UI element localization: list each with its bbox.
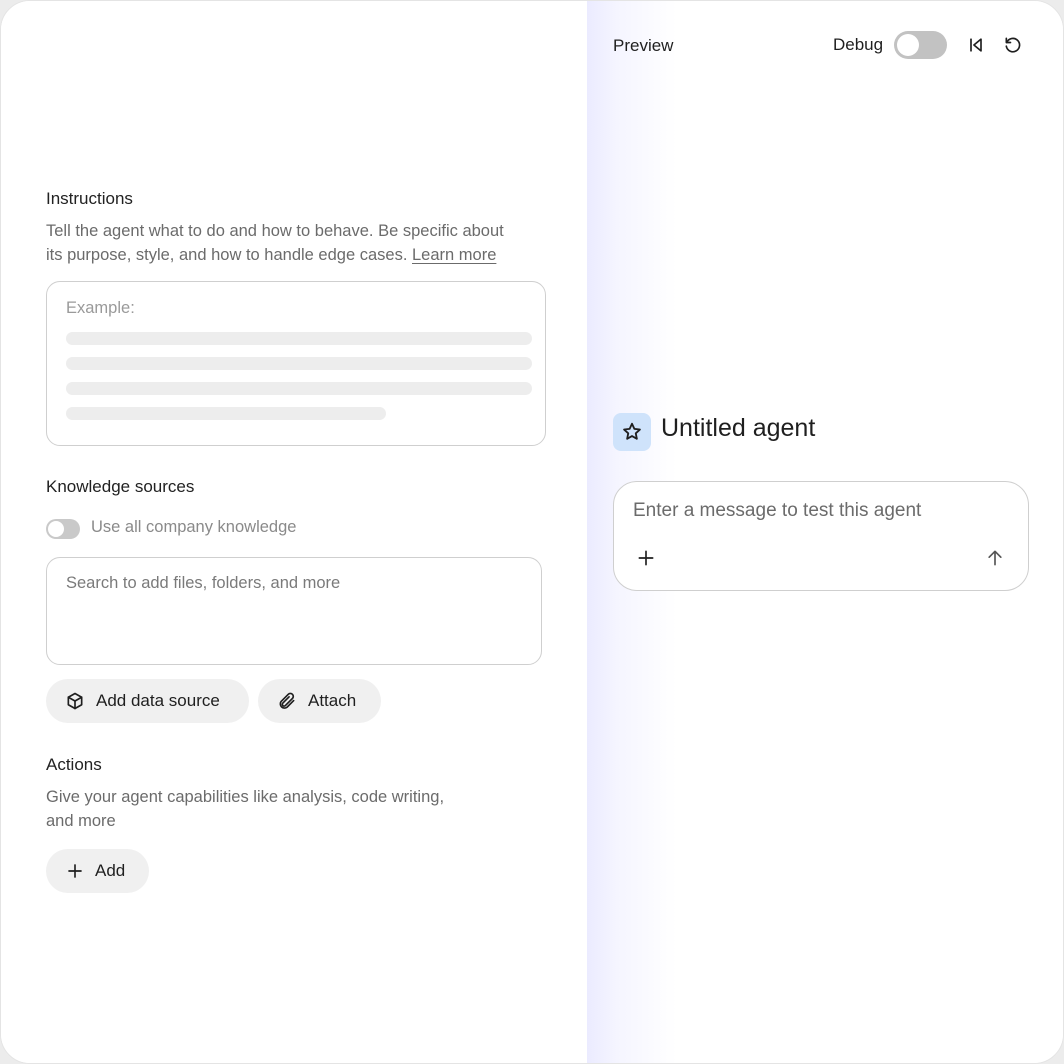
star-icon [623,422,641,440]
knowledge-search-placeholder: Search to add files, folders, and more [66,574,341,592]
actions-description-line2: and more [46,812,116,830]
company-knowledge-label: Use all company knowledge [91,518,297,536]
agent-name: Untitled agent [661,414,816,442]
instructions-placeholder: Example: [66,299,135,317]
instructions-description-line2: its purpose, style, and how to handle ed… [46,246,497,264]
chat-input[interactable]: Enter a message to test this agent [613,481,1029,591]
add-action-button[interactable]: Add [46,849,149,893]
attach-button[interactable]: Attach [258,679,381,723]
config-panel: Instructions Tell the agent what to do a… [1,1,587,1063]
actions-heading: Actions [46,755,102,774]
placeholder-line [66,407,386,420]
skip-back-icon[interactable] [966,35,986,55]
instructions-description: Tell the agent what to do and how to beh… [46,219,504,267]
cube-icon [67,692,83,710]
preview-panel: Preview Debug Untitled agent Enter a mes… [587,1,1063,1063]
placeholder-line [66,382,532,395]
preview-title: Preview [613,36,674,55]
app-window: Instructions Tell the agent what to do a… [0,0,1064,1064]
company-knowledge-toggle[interactable] [46,519,80,539]
paperclip-icon [279,692,295,709]
add-data-source-label: Add data source [96,691,220,710]
plus-icon [68,864,82,878]
add-data-source-button[interactable]: Add data source [46,679,249,723]
instructions-input[interactable]: Example: [46,281,546,446]
instructions-description-line1: Tell the agent what to do and how to beh… [46,222,504,240]
placeholder-line [66,357,532,370]
placeholder-line [66,332,532,345]
add-action-label: Add [95,861,126,880]
learn-more-link[interactable]: Learn more [412,246,496,264]
knowledge-heading: Knowledge sources [46,477,195,496]
agent-avatar [613,413,651,451]
plus-icon[interactable] [636,548,656,568]
arrow-up-icon[interactable] [985,548,1005,568]
actions-description: Give your agent capabilities like analys… [46,785,444,833]
debug-label: Debug [833,35,884,54]
instructions-heading: Instructions [46,189,133,208]
refresh-icon[interactable] [1003,35,1023,55]
knowledge-search-input[interactable]: Search to add files, folders, and more [46,557,542,665]
debug-toggle[interactable] [894,31,947,59]
chat-placeholder: Enter a message to test this agent [633,500,922,521]
actions-description-line1: Give your agent capabilities like analys… [46,788,445,806]
attach-label: Attach [308,691,357,710]
